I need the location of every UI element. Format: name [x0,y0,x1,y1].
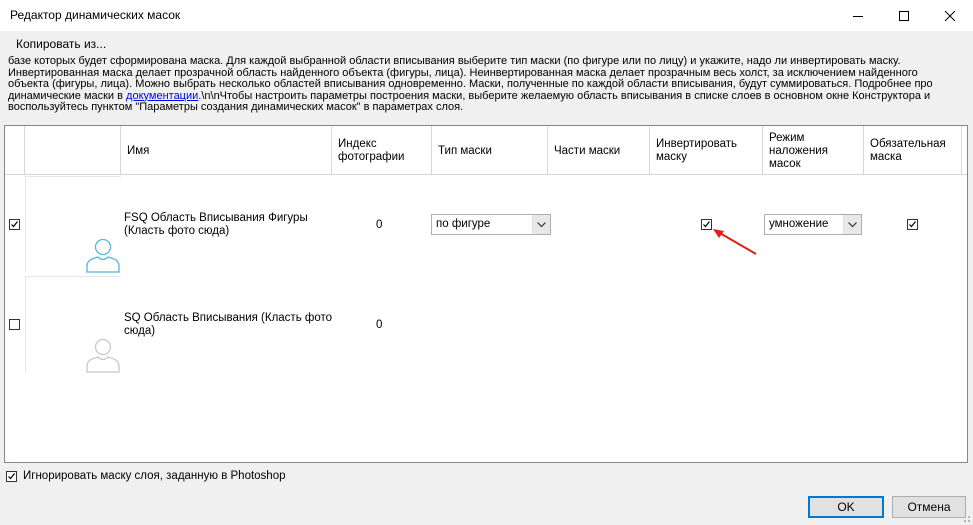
header-name[interactable]: Имя [121,126,332,174]
minimize-icon [853,15,863,17]
maximize-icon [899,10,909,21]
row-select-checkbox[interactable] [9,219,20,230]
menu-bar: Копировать из... [0,31,973,55]
row-photo-index: 0 [376,319,383,331]
header-name-label: Имя [127,145,150,157]
mask-type-dropdown[interactable]: по фигуре [431,214,551,235]
info-text: базе которых будет сформирована маска. Д… [8,56,966,122]
blend-mode-value: умножение [769,218,829,230]
header-required-line2: маска [870,151,902,163]
table-header: Имя Индекс фотографии Тип маски Части ма… [5,126,967,175]
close-icon [944,10,956,21]
ok-button[interactable]: OK [808,496,884,518]
header-mask-type[interactable]: Тип маски [432,126,548,174]
header-blend-mode[interactable]: Режим наложения масок [763,126,864,174]
header-select[interactable] [5,126,25,174]
ignore-photoshop-mask-label: Игнорировать маску слоя, заданную в Phot… [23,470,286,482]
header-mask-type-label: Тип маски [438,145,492,157]
resize-grip-icon[interactable] [961,513,971,523]
header-blend-mode-line1: Режим [769,132,805,144]
chevron-down-icon [537,222,546,228]
header-invert-line1: Инвертировать [656,138,737,150]
row-select-checkbox[interactable] [9,319,20,330]
header-blend-mode-line3: масок [769,158,801,170]
header-required[interactable]: Обязательная маска [864,126,962,174]
info-text-suffix: .\n\nЧтобы настроить параметры построени… [198,89,931,102]
info-line: базе которых будет сформирована маска. Д… [8,56,901,67]
invert-mask-checkbox[interactable] [701,219,712,230]
checkmark-icon [703,221,710,228]
minimize-button[interactable] [835,0,881,31]
chevron-down-icon [848,222,857,228]
window-title: Редактор динамических масок [10,8,181,22]
checkmark-icon [909,221,916,228]
header-thumbnail[interactable] [25,126,121,174]
red-arrow-icon [713,229,757,255]
blend-mode-dropdown[interactable]: умножение [764,214,862,235]
header-mask-parts[interactable]: Части маски [548,126,650,174]
row-name-line1: FSQ Область Вписывания Фигуры [124,212,308,224]
cancel-button[interactable]: Отмена [892,496,966,518]
row-name-line2: (Класть фото сюда) [124,225,230,237]
header-mask-parts-label: Части маски [554,145,621,157]
info-text-prefix: динамические маски в [8,89,127,102]
table-row[interactable]: SQ Область Вписывания (Класть фото сюда)… [5,276,967,376]
header-photo-index[interactable]: Индекс фотографии [332,126,432,174]
row-thumbnail [25,176,121,273]
row-photo-index: 0 [376,219,383,231]
info-line: воспользуйтесь пунктом "Параметры создан… [8,101,464,113]
header-invert-line2: маску [656,151,687,163]
row-thumbnail [25,276,121,373]
row-name-line1: SQ Область Вписывания (Класть фото [124,312,333,324]
checkmark-icon [11,221,18,228]
dropdown-button[interactable] [532,215,550,234]
header-photo-index-line2: фотографии [338,151,405,163]
header-blend-mode-line2: наложения [769,145,828,157]
close-button[interactable] [927,0,973,31]
required-mask-checkbox[interactable] [907,219,918,230]
dropdown-button[interactable] [843,215,861,234]
checkmark-icon [8,473,15,480]
documentation-link[interactable]: документации [126,90,198,102]
table-row[interactable]: FSQ Область Вписывания Фигуры (Класть фо… [5,176,967,276]
header-required-line1: Обязательная [870,138,946,150]
ignore-photoshop-mask-checkbox[interactable] [6,471,17,482]
maximize-button[interactable] [881,0,927,31]
copy-from-menu[interactable]: Копировать из... [16,37,106,51]
header-invert[interactable]: Инвертировать маску [650,126,763,174]
person-silhouette-icon [86,238,120,273]
title-bar: Редактор динамических масок [0,0,973,31]
row-name-line2: сюда) [124,325,156,337]
mask-type-value: по фигуре [436,218,491,230]
person-silhouette-icon [86,338,120,373]
header-photo-index-line1: Индекс [338,138,377,150]
masks-table: Имя Индекс фотографии Тип маски Части ма… [4,125,968,463]
